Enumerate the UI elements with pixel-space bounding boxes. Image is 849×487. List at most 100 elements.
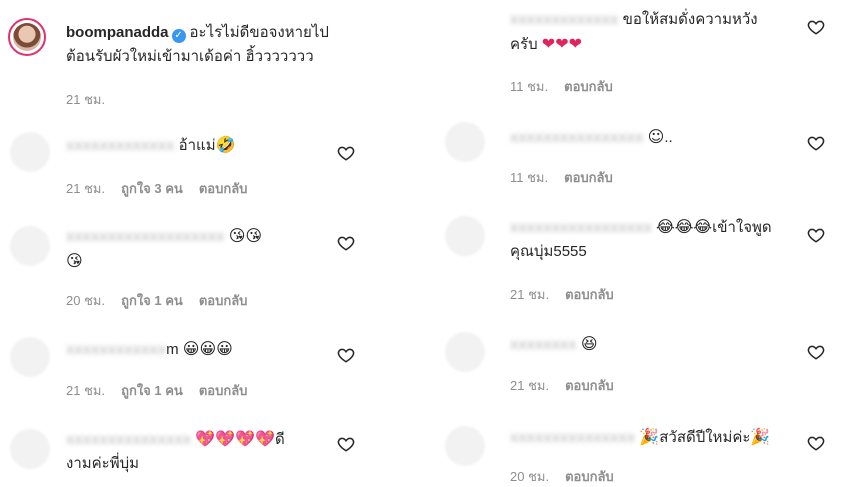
comment-emoji: 🎉 [639, 427, 660, 446]
avatar[interactable] [8, 18, 46, 56]
comment-time[interactable]: 20 ชม. [66, 293, 105, 308]
heart-outline-icon[interactable] [807, 434, 825, 452]
reply-button[interactable]: ตอบกลับ [199, 293, 248, 308]
heart-outline-icon[interactable] [337, 234, 355, 252]
avatar[interactable] [445, 122, 485, 162]
comment-body: xxxxxxxxxxxxxxxx ☺.. [510, 125, 810, 150]
right-comment-column: xxxxxxxxxxxxx ขอให้สมดั่งความหวัง ครับ ❤… [445, 0, 849, 484]
comment-username[interactable]: xxxxxxxxxxxxxxxx [510, 129, 643, 146]
comment-username[interactable]: xxxxxxxxxxxxxxxxx [510, 219, 652, 236]
comment-text-line2: ครับ [510, 36, 538, 53]
comment-text: อะไรไม่ดีขอจงหายไป [189, 24, 329, 41]
comment-meta: 11 ชม. ตอบกลับ [510, 76, 629, 97]
comment-username[interactable]: xxxxxxxxxxxxxxx [66, 431, 191, 448]
reply-button[interactable]: ตอบกลับ [565, 469, 614, 484]
heart-outline-icon[interactable] [337, 435, 355, 453]
comment-text: .. [664, 129, 673, 146]
comment-body: xxxxxxxxxxxxx ขอให้สมดั่งความหวัง ครับ ❤… [510, 8, 830, 57]
comment-emoji-line2: 😘 [66, 251, 83, 270]
heart-outline-icon[interactable] [337, 144, 355, 162]
likes-count[interactable]: ถูกใจ 1 คน [121, 383, 183, 398]
main-comment: boompanadda ✓ อะไรไม่ดีขอจงหายไป ต้อนรับผั… [0, 0, 370, 110]
comment-text: m [166, 341, 179, 358]
reply-item: xxxxxxxxxxxxxxxxxxx 😘😘 😘 20 ชม. ถูกใจ 1 ค… [0, 222, 370, 312]
comment-body: xxxxxxxx 😆 [510, 332, 810, 357]
heart-outline-icon[interactable] [807, 226, 825, 244]
comment-text: ขอให้สมดั่งความหวัง [622, 11, 758, 28]
comment-username[interactable]: xxxxxxxxxxxxxxxxxxx [66, 228, 225, 245]
comment-emoji: 😆 [580, 334, 598, 353]
comment-username[interactable]: xxxxxxxxxxxx [66, 341, 166, 358]
comment-text: สวัสดีปีใหม่ค่ะ [659, 429, 751, 446]
reply-button[interactable]: ตอบกลับ [199, 181, 248, 196]
comment-emoji: 😀😀😀 [182, 339, 233, 358]
comment-username[interactable]: xxxxxxxx [510, 336, 577, 353]
avatar[interactable] [445, 332, 485, 372]
reply-item: xxxxxxxxxxxxxxxxx 😂😂😂เข้าใจพูด คุณบุ่ม55… [445, 212, 849, 307]
comment-time[interactable]: 21 ชม. [66, 181, 105, 196]
comment-text: ดี [275, 431, 285, 448]
likes-count[interactable]: ถูกใจ 3 คน [121, 181, 183, 196]
comment-meta: 21 ชม. ตอบกลับ [510, 375, 630, 396]
avatar[interactable] [10, 226, 50, 266]
comment-emoji: 💖💖💖💖 [195, 429, 275, 448]
avatar[interactable] [10, 132, 50, 172]
verified-badge-icon: ✓ [171, 29, 186, 43]
comment-time[interactable]: 21 ชม. [510, 287, 549, 302]
comment-emoji: ☺ [647, 127, 665, 146]
avatar[interactable] [445, 426, 485, 466]
heart-outline-icon[interactable] [807, 343, 825, 361]
left-comment-column: boompanadda ✓ อะไรไม่ดีขอจงหายไป ต้อนรับผั… [0, 0, 370, 476]
comment-text: อ้าแม่ [178, 137, 216, 154]
reply-button[interactable]: ตอบกลับ [199, 383, 248, 398]
comment-text-line2: คุณบุ่ม5555 [510, 243, 587, 260]
avatar[interactable] [10, 429, 50, 469]
reply-button[interactable]: ตอบกลับ [565, 287, 614, 302]
reply-button[interactable]: ตอบกลับ [564, 79, 613, 94]
reply-item: xxxxxxxxxxxxxxx 🎉สวัสดีปีใหม่ค่ะ🎉 20 ชม.… [445, 420, 849, 484]
avatar-photo [13, 23, 41, 51]
reply-button[interactable]: ตอบกลับ [564, 170, 613, 185]
reply-item: xxxxxxxxxxxxx ขอให้สมดั่งความหวัง ครับ ❤… [445, 0, 849, 100]
comment-body: xxxxxxxxxxxxx อ้าแม่🤣 [66, 133, 326, 158]
comment-meta: 21 ชม. ตอบกลับ [510, 284, 630, 305]
comment-text-line2: งามค่ะพี่บุ่ม [66, 455, 140, 472]
comment-emoji: 😂😂😂 [656, 217, 713, 236]
comment-body: boompanadda ✓ อะไรไม่ดีขอจงหายไป ต้อนรับผั… [66, 21, 366, 69]
comment-body: xxxxxxxxxxxxxxx 🎉สวัสดีปีใหม่ค่ะ🎉 [510, 425, 830, 450]
reply-item: xxxxxxxx 😆 21 ชม. ตอบกลับ [445, 328, 849, 398]
comment-body: xxxxxxxxxxxxxxxxxxx 😘😘 😘 [66, 224, 326, 274]
avatar[interactable] [10, 337, 50, 377]
comment-username[interactable]: xxxxxxxxxxxxx [510, 11, 618, 28]
comment-meta: 20 ชม. ตอบกลับ [510, 466, 630, 487]
likes-count[interactable]: ถูกใจ 1 คน [121, 293, 183, 308]
comment-meta: 11 ชม. ตอบกลับ [510, 167, 629, 188]
heart-outline-icon[interactable] [807, 18, 825, 36]
reply-button[interactable]: ตอบกลับ [565, 378, 614, 393]
comment-time[interactable]: 20 ชม. [510, 469, 549, 484]
comment-emoji: ❤❤❤ [541, 34, 583, 53]
comment-time[interactable]: 21 ชม. [66, 383, 105, 398]
comment-meta: 21 ชม. [66, 89, 121, 110]
comment-username[interactable]: boompanadda [66, 24, 169, 41]
comment-time[interactable]: 21 ชม. [510, 378, 549, 393]
heart-outline-icon[interactable] [337, 346, 355, 364]
reply-item: xxxxxxxxxxxxxxx 💖💖💖💖ดี งามค่ะพี่บุ่ม [0, 425, 370, 476]
comment-time[interactable]: 11 ชม. [510, 170, 548, 185]
reply-item: xxxxxxxxxxxxx อ้าแม่🤣 21 ชม. ถูกใจ 3 คน ตอ… [0, 128, 370, 198]
comment-time[interactable]: 21 ชม. [66, 92, 105, 107]
comment-username[interactable]: xxxxxxxxxxxxx [66, 137, 174, 154]
comment-time[interactable]: 11 ชม. [510, 79, 548, 94]
comment-emoji: 😘😘 [228, 226, 263, 245]
comment-text: เข้าใจพูด [712, 219, 772, 236]
avatar[interactable] [445, 216, 485, 256]
reply-item: xxxxxxxxxxxxxxxx ☺.. 11 ชม. ตอบกลับ [445, 120, 849, 190]
comment-emoji-end: 🎉 [750, 427, 771, 446]
heart-outline-icon[interactable] [807, 134, 825, 152]
comment-emoji: 🤣 [215, 135, 236, 154]
comment-meta: 20 ชม. ถูกใจ 1 คน ตอบกลับ [66, 290, 263, 311]
comment-username[interactable]: xxxxxxxxxxxxxxx [510, 429, 635, 446]
reply-item: xxxxxxxxxxxxm 😀😀😀 21 ชม. ถูกใจ 1 คน ตอบกลั… [0, 335, 370, 405]
comment-meta: 21 ชม. ถูกใจ 3 คน ตอบกลับ [66, 178, 263, 199]
comment-text-line2: ต้อนรับผัวใหม่เข้ามาเด้อค่า ฮิ้ววววววว [66, 48, 314, 65]
